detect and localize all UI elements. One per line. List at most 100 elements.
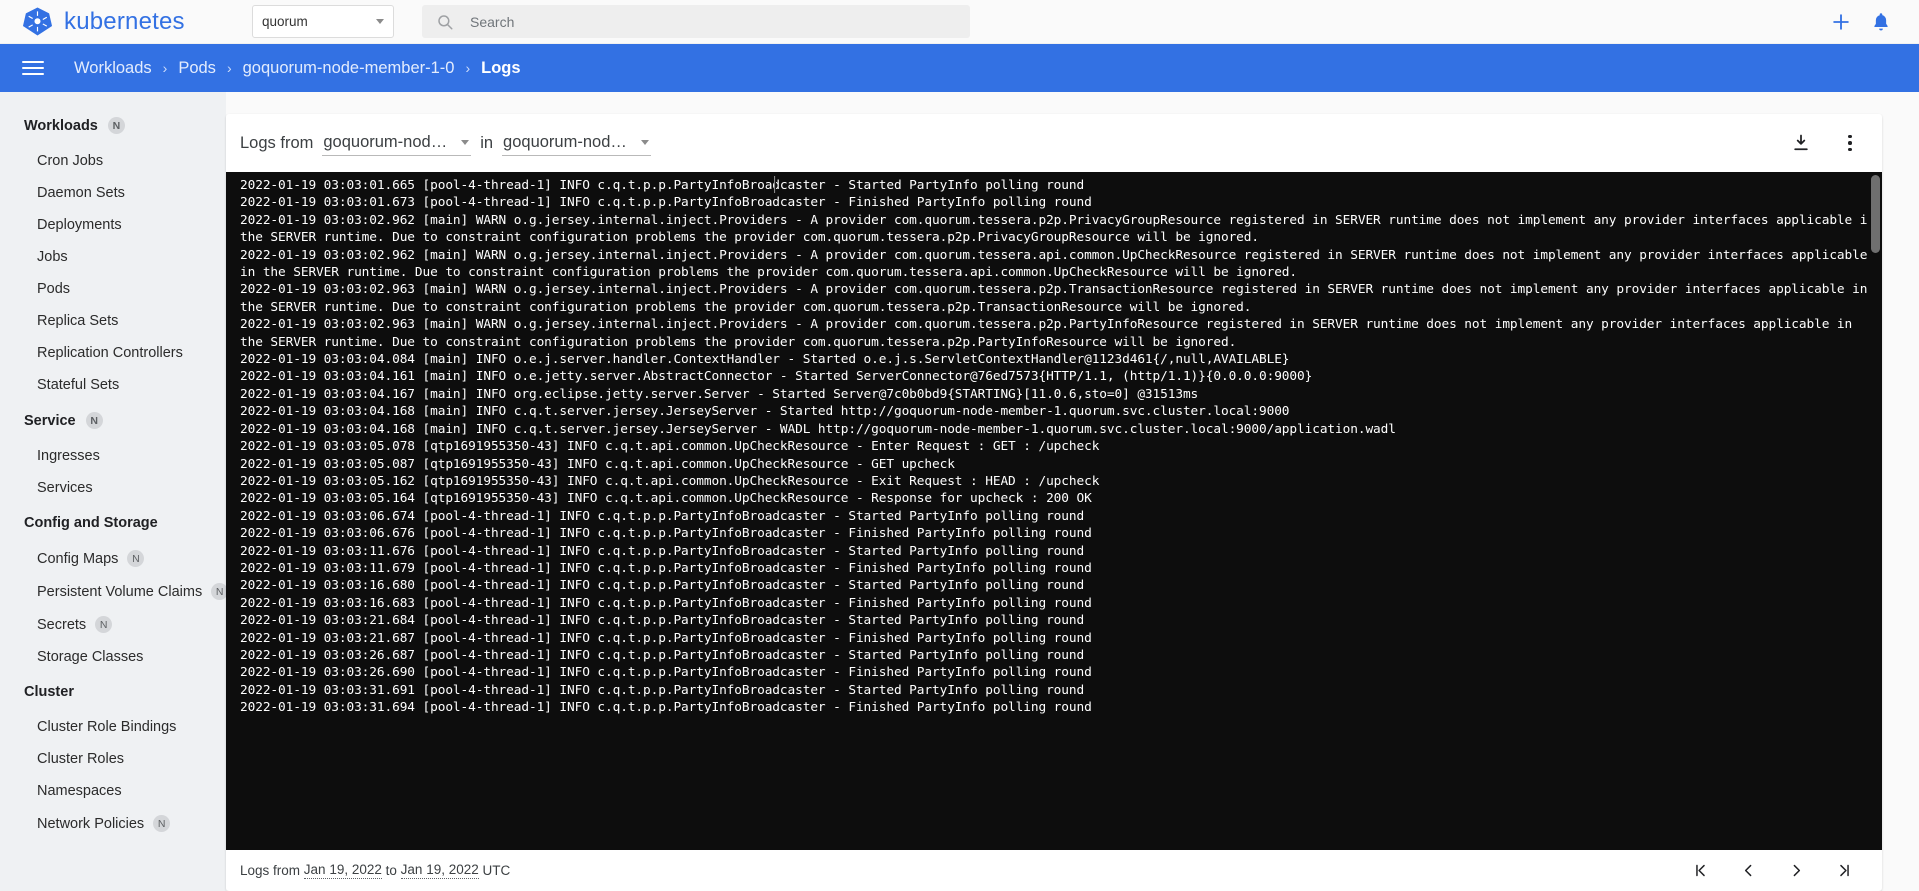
sidebar-item-cluster-roles[interactable]: Cluster Roles — [0, 743, 226, 775]
hamburger-menu-icon[interactable] — [22, 61, 44, 75]
sidebar-item-ingresses[interactable]: Ingresses — [0, 440, 226, 472]
sidebar-item-deployments[interactable]: Deployments — [0, 209, 226, 241]
breadcrumb-item-pod-name[interactable]: goquorum-node-member-1-0 — [243, 59, 455, 78]
download-icon — [1791, 133, 1811, 153]
sidebar-group-service[interactable]: Service N — [0, 401, 226, 440]
first-page-icon — [1692, 862, 1709, 879]
sidebar-item-stateful-sets[interactable]: Stateful Sets — [0, 369, 226, 401]
log-line: 2022-01-19 03:03:16.680 [pool-4-thread-1… — [240, 577, 1882, 594]
log-scrollbar[interactable] — [1867, 172, 1882, 850]
sidebar-item-replication-controllers[interactable]: Replication Controllers — [0, 337, 226, 369]
breadcrumb-item-workloads[interactable]: Workloads — [74, 59, 152, 78]
log-line: 2022-01-19 03:03:11.679 [pool-4-thread-1… — [240, 560, 1882, 577]
sidebar-item-daemon-sets[interactable]: Daemon Sets — [0, 177, 226, 209]
sidebar-item-label: Replica Sets — [37, 313, 118, 329]
log-line: 2022-01-19 03:03:04.168 [main] INFO c.q.… — [240, 403, 1882, 420]
sidebar-item-label: Cron Jobs — [37, 153, 103, 169]
download-logs-button[interactable] — [1781, 123, 1821, 163]
sidebar-item-namespaces[interactable]: Namespaces — [0, 775, 226, 807]
log-line: 2022-01-19 03:03:06.674 [pool-4-thread-1… — [240, 508, 1882, 525]
log-lines-container: 2022-01-19 03:03:01.665 [pool-4-thread-1… — [226, 172, 1882, 722]
logs-card: Logs from goquorum-nod… in goquorum-nod… — [226, 114, 1882, 891]
from-date[interactable]: Jan 19, 2022 — [304, 862, 382, 879]
next-page-button[interactable] — [1772, 850, 1820, 891]
log-line: 2022-01-19 03:03:04.084 [main] INFO o.e.… — [240, 351, 1882, 368]
chevron-down-icon — [461, 140, 469, 145]
sidebar-item-storage-classes[interactable]: Storage Classes — [0, 641, 226, 673]
chevron-left-icon — [1740, 862, 1757, 879]
more-vertical-icon — [1848, 135, 1852, 152]
brand[interactable]: kubernetes — [22, 6, 212, 37]
breadcrumb-bar: Workloads › Pods › goquorum-node-member-… — [0, 44, 1919, 92]
container-selector[interactable]: goquorum-nod… — [502, 131, 651, 156]
last-page-icon — [1836, 862, 1853, 879]
log-line: 2022-01-19 03:03:02.963 [main] WARN o.g.… — [240, 281, 1882, 316]
sidebar-item-config-maps[interactable]: Config Maps N — [0, 542, 226, 575]
breadcrumb-item-logs: Logs — [481, 59, 520, 78]
sidebar-item-label: Secrets — [37, 617, 86, 633]
sidebar-item-secrets[interactable]: Secrets N — [0, 608, 226, 641]
log-line: 2022-01-19 03:03:26.690 [pool-4-thread-1… — [240, 664, 1882, 681]
log-line: 2022-01-19 03:03:31.694 [pool-4-thread-1… — [240, 699, 1882, 716]
breadcrumb-separator: › — [465, 60, 470, 76]
first-page-button[interactable] — [1676, 850, 1724, 891]
sidebar-item-label: Config Maps — [37, 551, 118, 567]
sidebar-group-config-and-storage[interactable]: Config and Storage — [0, 504, 226, 542]
namespaced-badge: N — [95, 616, 112, 633]
sidebar-item-label: Replication Controllers — [37, 345, 183, 361]
sidebar-item-persistent-volume-claims[interactable]: Persistent Volume Claims N — [0, 575, 226, 608]
logs-from-label: Logs from — [240, 134, 313, 153]
sidebar-item-label: Cluster Roles — [37, 751, 124, 767]
sidebar-item-label: Daemon Sets — [37, 185, 125, 201]
logs-overflow-menu-button[interactable] — [1830, 123, 1870, 163]
sidebar-item-services[interactable]: Services — [0, 472, 226, 504]
sidebar-item-label: Deployments — [37, 217, 122, 233]
sidebar-item-replica-sets[interactable]: Replica Sets — [0, 305, 226, 337]
log-line: 2022-01-19 03:03:11.676 [pool-4-thread-1… — [240, 543, 1882, 560]
log-line: 2022-01-19 03:03:04.167 [main] INFO org.… — [240, 386, 1882, 403]
to-date[interactable]: Jan 19, 2022 — [401, 862, 479, 879]
search-bar[interactable] — [422, 5, 970, 38]
previous-page-button[interactable] — [1724, 850, 1772, 891]
chevron-right-icon — [1788, 862, 1805, 879]
namespaced-badge: N — [127, 550, 144, 567]
sidebar-item-label: Namespaces — [37, 783, 122, 799]
breadcrumb-item-pods[interactable]: Pods — [178, 59, 216, 78]
sidebar-group-workloads[interactable]: Workloads N — [0, 106, 226, 145]
log-scrollbar-thumb[interactable] — [1871, 175, 1880, 253]
log-line: 2022-01-19 03:03:02.963 [main] WARN o.g.… — [240, 316, 1882, 351]
notifications-button[interactable] — [1861, 2, 1901, 42]
namespaced-badge: N — [108, 117, 125, 134]
log-line: 2022-01-19 03:03:21.684 [pool-4-thread-1… — [240, 612, 1882, 629]
sidebar-group-cluster[interactable]: Cluster — [0, 673, 226, 711]
pod-selector[interactable]: goquorum-nod… — [322, 131, 471, 156]
sidebar-item-cron-jobs[interactable]: Cron Jobs — [0, 145, 226, 177]
sidebar-group-label: Service — [24, 413, 76, 429]
top-app-bar: kubernetes quorum — [0, 0, 1919, 44]
footer-prefix-label: Logs from — [240, 863, 300, 878]
add-resource-button[interactable] — [1821, 2, 1861, 42]
log-line: 2022-01-19 03:03:06.676 [pool-4-thread-1… — [240, 525, 1882, 542]
log-line: 2022-01-19 03:03:26.687 [pool-4-thread-1… — [240, 647, 1882, 664]
sidebar-item-pods[interactable]: Pods — [0, 273, 226, 305]
sidebar-group-label: Cluster — [24, 684, 74, 700]
namespace-selector[interactable]: quorum — [252, 5, 394, 38]
container-selector-value: goquorum-nod… — [503, 133, 627, 152]
namespaced-badge: N — [86, 412, 103, 429]
sidebar-item-cluster-role-bindings[interactable]: Cluster Role Bindings — [0, 711, 226, 743]
logs-toolbar: Logs from goquorum-nod… in goquorum-nod… — [226, 114, 1882, 172]
log-line: 2022-01-19 03:03:04.161 [main] INFO o.e.… — [240, 368, 1882, 385]
sidebar-item-network-policies[interactable]: Network Policies N — [0, 807, 226, 840]
sidebar-group-label: Config and Storage — [24, 515, 158, 531]
logs-footer: Logs from Jan 19, 2022 to Jan 19, 2022 U… — [226, 850, 1882, 891]
sidebar-item-label: Persistent Volume Claims — [37, 584, 202, 600]
sidebar-item-label: Ingresses — [37, 448, 100, 464]
last-page-button[interactable] — [1820, 850, 1868, 891]
main-content: Logs from goquorum-nod… in goquorum-nod… — [226, 92, 1904, 891]
search-input[interactable] — [470, 14, 956, 30]
footer-timezone: UTC — [483, 863, 511, 878]
chevron-down-icon — [376, 19, 384, 24]
log-output-panel[interactable]: 2022-01-19 03:03:01.665 [pool-4-thread-1… — [226, 172, 1882, 850]
page-scrollbar[interactable] — [1904, 92, 1919, 891]
sidebar-item-jobs[interactable]: Jobs — [0, 241, 226, 273]
